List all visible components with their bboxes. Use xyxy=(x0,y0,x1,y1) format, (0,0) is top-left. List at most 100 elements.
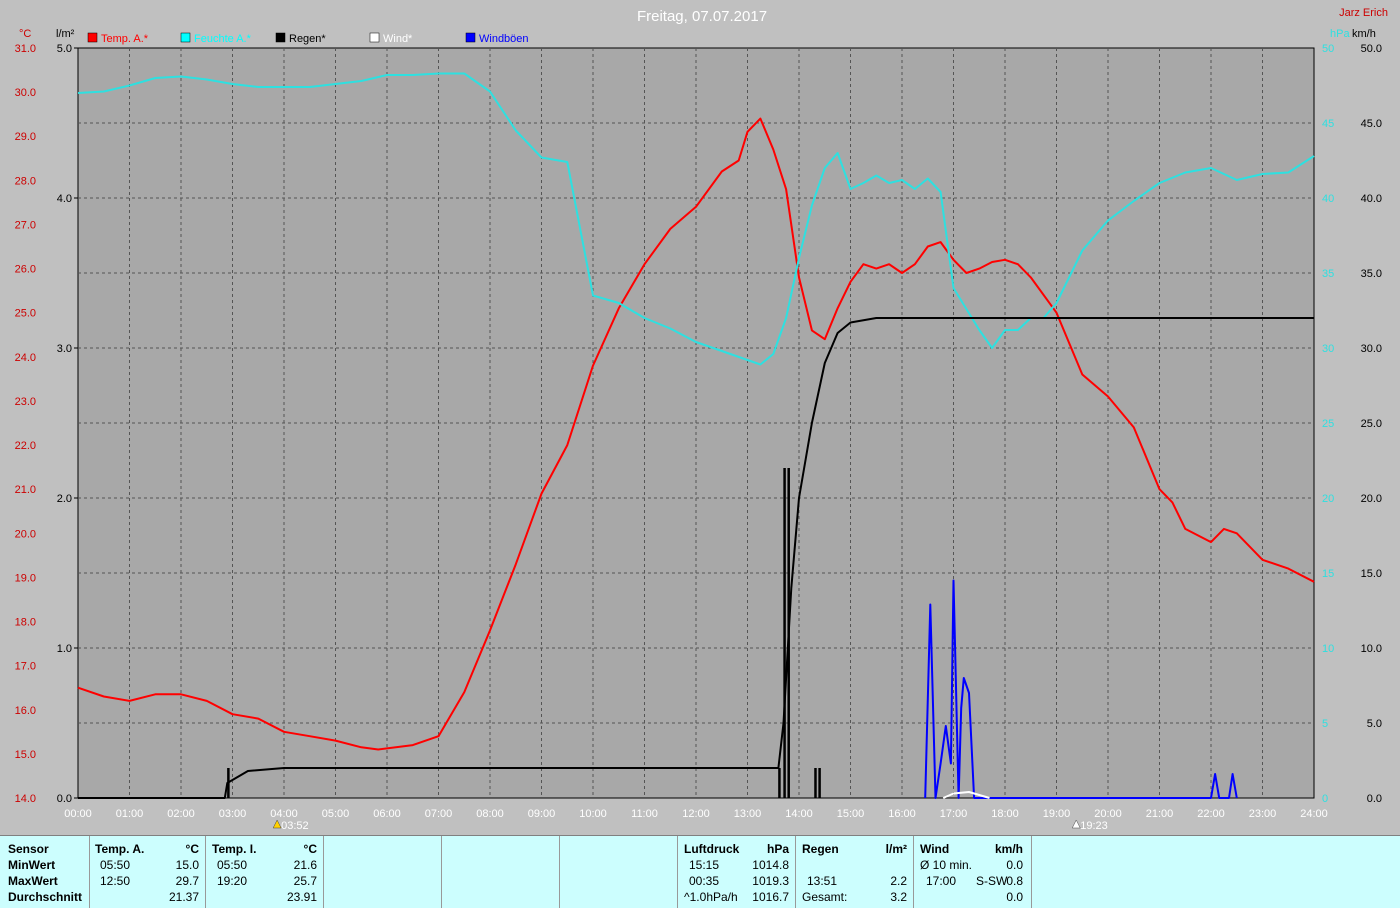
wind-tick-label: 35.0 xyxy=(1361,268,1382,280)
x-tick-label: 11:00 xyxy=(631,808,658,820)
rain-unit: l/m² xyxy=(885,842,907,856)
rain-tick-label: 5.0 xyxy=(57,43,72,55)
rain-total-label: Gesamt: xyxy=(802,890,848,904)
x-tick-label: 07:00 xyxy=(425,808,453,820)
legend-label: Regen* xyxy=(289,33,326,45)
x-tick-label: 05:00 xyxy=(322,808,350,820)
wind-tick-label: 50.0 xyxy=(1361,43,1382,55)
stats-col-sensor: Sensor MinWert MaxWert Durchschnitt xyxy=(0,836,90,908)
sensor-header: Sensor xyxy=(8,842,49,856)
temp-tick-label: 31.0 xyxy=(15,43,36,55)
row-label-max: MaxWert xyxy=(8,874,58,888)
pressure-tick-label: 20 xyxy=(1322,493,1334,505)
sunset-icon xyxy=(1071,819,1081,829)
pressure-min-value: 1014.8 xyxy=(752,858,789,872)
temp-tick-label: 25.0 xyxy=(15,308,36,320)
row-label-min: MinWert xyxy=(8,858,56,872)
legend-label: Feuchte A.* xyxy=(194,33,252,45)
sunrise-label: 03:52 xyxy=(281,820,309,832)
temp-i-min-time: 05:50 xyxy=(217,858,248,872)
wind-third-value: 0.0 xyxy=(1006,890,1023,904)
row-label-avg: Durchschnitt xyxy=(8,890,83,904)
temp-i-max-time: 19:20 xyxy=(217,874,248,888)
pressure-tick-label: 30 xyxy=(1322,343,1334,355)
legend-label: Temp. A.* xyxy=(101,33,149,45)
stats-col-wind: Wind km/h Ø 10 min. 0.0 17:00 S-SW 0.8 0… xyxy=(913,836,1032,908)
pressure-tick-label: 25 xyxy=(1322,418,1334,430)
rain-tick-label: 4.0 xyxy=(57,193,72,205)
pressure-tick-label: 40 xyxy=(1322,193,1334,205)
x-tick-label: 18:00 xyxy=(991,808,1019,820)
temp-tick-label: 27.0 xyxy=(15,219,36,231)
chart-title: Freitag, 07.07.2017 xyxy=(637,8,767,25)
rain-total-value: 3.2 xyxy=(890,890,907,904)
x-tick-label: 09:00 xyxy=(528,808,556,820)
temp-tick-label: 15.0 xyxy=(15,749,36,761)
legend-swatch xyxy=(275,32,286,43)
wind-max-value: 0.8 xyxy=(1006,874,1023,888)
temp-tick-label: 22.0 xyxy=(15,440,36,452)
legend-swatch xyxy=(465,32,476,43)
temp-a-header: Temp. A. xyxy=(95,842,145,856)
temp-tick-label: 21.0 xyxy=(15,484,36,496)
wind-tick-label: 15.0 xyxy=(1361,568,1382,580)
rain-tick-label: 0.0 xyxy=(57,793,72,805)
temp-tick-label: 14.0 xyxy=(15,793,36,805)
stats-col-pressure: Luftdruck hPa 15:15 1014.8 00:35 1019.3 … xyxy=(677,836,796,908)
pressure-tick-label: 10 xyxy=(1322,643,1334,655)
pressure-max-value: 1019.3 xyxy=(752,874,789,888)
pressure-tick-label: 35 xyxy=(1322,268,1334,280)
x-tick-label: 03:00 xyxy=(219,808,247,820)
rain-tick-label: 1.0 xyxy=(57,643,72,655)
wind-tick-label: 10.0 xyxy=(1361,643,1382,655)
stats-col-rain: Regen l/m² 13:51 2.2 Gesamt: 3.2 xyxy=(795,836,914,908)
temp-i-header: Temp. I. xyxy=(212,842,257,856)
temp-i-avg-value: 23.91 xyxy=(286,890,317,904)
temp-tick-label: 30.0 xyxy=(15,87,36,99)
temp-a-max-time: 12:50 xyxy=(100,874,131,888)
stats-col-empty-2 xyxy=(441,836,560,908)
wind-unit: km/h xyxy=(994,842,1023,856)
sunrise-icon xyxy=(272,819,282,829)
x-tick-label: 24:00 xyxy=(1300,808,1328,820)
wind-tick-label: 45.0 xyxy=(1361,118,1382,130)
rain-tick-label: 2.0 xyxy=(57,493,72,505)
temp-tick-label: 20.0 xyxy=(15,528,36,540)
legend-swatch xyxy=(369,32,380,43)
temp-tick-label: 24.0 xyxy=(15,352,36,364)
pressure-max-time: 00:35 xyxy=(689,874,720,888)
temp-a-unit: °C xyxy=(185,842,199,856)
temp-a-max-value: 29.7 xyxy=(175,874,199,888)
x-tick-label: 20:00 xyxy=(1094,808,1122,820)
x-tick-label: 19:00 xyxy=(1043,808,1071,820)
weather-chart: Freitag, 07.07.2017 Jarz Erich °C l/m² hPa km… xyxy=(15,7,1388,832)
temp-a-min-time: 05:50 xyxy=(100,858,131,872)
rain-tick-label: 3.0 xyxy=(57,343,72,355)
x-tick-label: 04:00 xyxy=(270,808,298,820)
pressure-avg-value: 1016.7 xyxy=(752,890,789,904)
temp-tick-label: 23.0 xyxy=(15,396,36,408)
x-tick-label: 01:00 xyxy=(116,808,144,820)
x-tick-label: 10:00 xyxy=(579,808,607,820)
rain-max-value: 2.2 xyxy=(890,874,907,888)
x-tick-label: 06:00 xyxy=(373,808,401,820)
x-tick-label: 02:00 xyxy=(167,808,195,820)
x-tick-label: 12:00 xyxy=(682,808,710,820)
temp-a-avg-value: 21.37 xyxy=(168,890,199,904)
temp-tick-label: 16.0 xyxy=(15,705,36,717)
wind-tick-label: 20.0 xyxy=(1361,493,1382,505)
wind-header: Wind xyxy=(920,842,950,856)
legend-swatch xyxy=(87,32,98,43)
temp-i-max-value: 25.7 xyxy=(293,874,317,888)
temp-i-min-value: 21.6 xyxy=(293,858,317,872)
rain-header: Regen xyxy=(802,842,839,856)
stats-col-temp-a: Temp. A. °C 05:50 15.0 12:50 29.7 21.37 xyxy=(89,836,206,908)
chart-area: Freitag, 07.07.2017 Jarz Erich °C l/m² hPa km… xyxy=(0,0,1400,835)
x-tick-label: 15:00 xyxy=(837,808,865,820)
temp-tick-label: 18.0 xyxy=(15,617,36,629)
stats-col-temp-i: Temp. I. °C 05:50 21.6 19:20 25.7 23.91 xyxy=(205,836,324,908)
temp-tick-label: 17.0 xyxy=(15,661,36,673)
wind-max-direction: S-SW xyxy=(976,874,1008,888)
stats-col-empty-1 xyxy=(323,836,442,908)
pressure-tick-label: 45 xyxy=(1322,118,1334,130)
